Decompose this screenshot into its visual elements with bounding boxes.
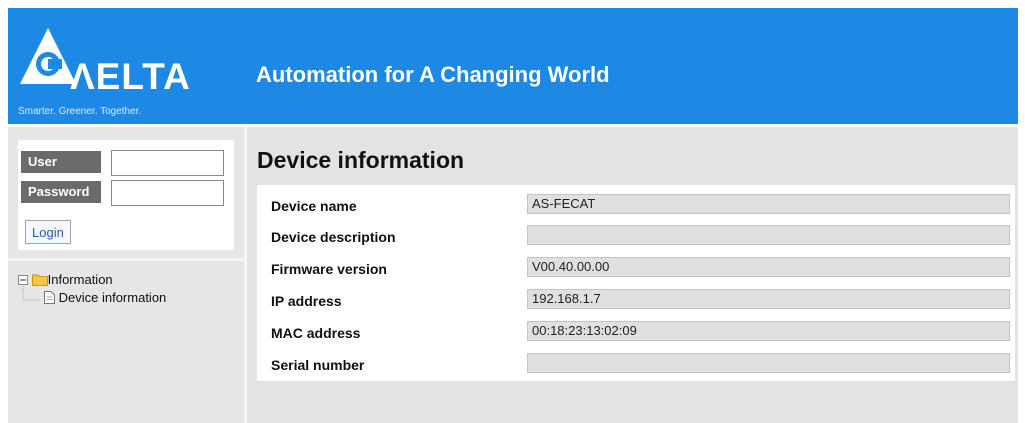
tree-item-device-information[interactable]: Device information bbox=[44, 290, 166, 305]
page-icon bbox=[44, 291, 55, 304]
mac-address-label: MAC address bbox=[271, 325, 361, 341]
device-info-table: Device name AS-FECAT Device description … bbox=[257, 185, 1015, 381]
logo-slogan: Smarter. Greener. Together. bbox=[18, 106, 142, 117]
sidebar: User Password Login Information Device i… bbox=[8, 127, 244, 423]
delta-logo: ΛELTA Smarter. Greener. Together. bbox=[18, 26, 218, 117]
firmware-version-field: V00.40.00.00 bbox=[527, 257, 1010, 277]
mac-address-field: 00:18:23:13:02:09 bbox=[527, 321, 1010, 341]
header-banner: ΛELTA Smarter. Greener. Together. Automa… bbox=[8, 8, 1018, 124]
ip-address-label: IP address bbox=[271, 293, 342, 309]
main-content: Device information Device name AS-FECAT … bbox=[247, 127, 1018, 423]
tree-item-label: Information bbox=[47, 272, 113, 287]
navigation-tree: Information Device information bbox=[18, 272, 238, 332]
password-label: Password bbox=[21, 181, 101, 203]
tree-item-label: Device information bbox=[58, 290, 167, 305]
logo-wordmark: ΛELTA bbox=[70, 56, 191, 97]
delta-triangle-icon bbox=[20, 28, 76, 84]
page-title: Device information bbox=[257, 147, 465, 173]
serial-number-field bbox=[527, 353, 1010, 373]
device-description-field bbox=[527, 225, 1010, 245]
header-tagline: Automation for A Changing World bbox=[256, 62, 610, 87]
login-button[interactable]: Login bbox=[25, 220, 71, 244]
serial-number-label: Serial number bbox=[271, 357, 365, 373]
device-name-label: Device name bbox=[271, 198, 357, 214]
firmware-version-label: Firmware version bbox=[271, 261, 387, 277]
device-name-field: AS-FECAT bbox=[527, 194, 1010, 214]
folder-icon bbox=[31, 274, 48, 286]
minus-icon[interactable] bbox=[18, 275, 28, 285]
user-input[interactable] bbox=[111, 150, 224, 176]
ip-address-field: 192.168.1.7 bbox=[527, 289, 1010, 309]
sidebar-divider bbox=[8, 258, 244, 261]
user-label: User bbox=[21, 151, 101, 173]
tree-item-information[interactable]: Information bbox=[18, 272, 113, 287]
login-form: User Password Login bbox=[18, 140, 234, 250]
device-description-label: Device description bbox=[271, 229, 396, 245]
password-input[interactable] bbox=[111, 180, 224, 206]
